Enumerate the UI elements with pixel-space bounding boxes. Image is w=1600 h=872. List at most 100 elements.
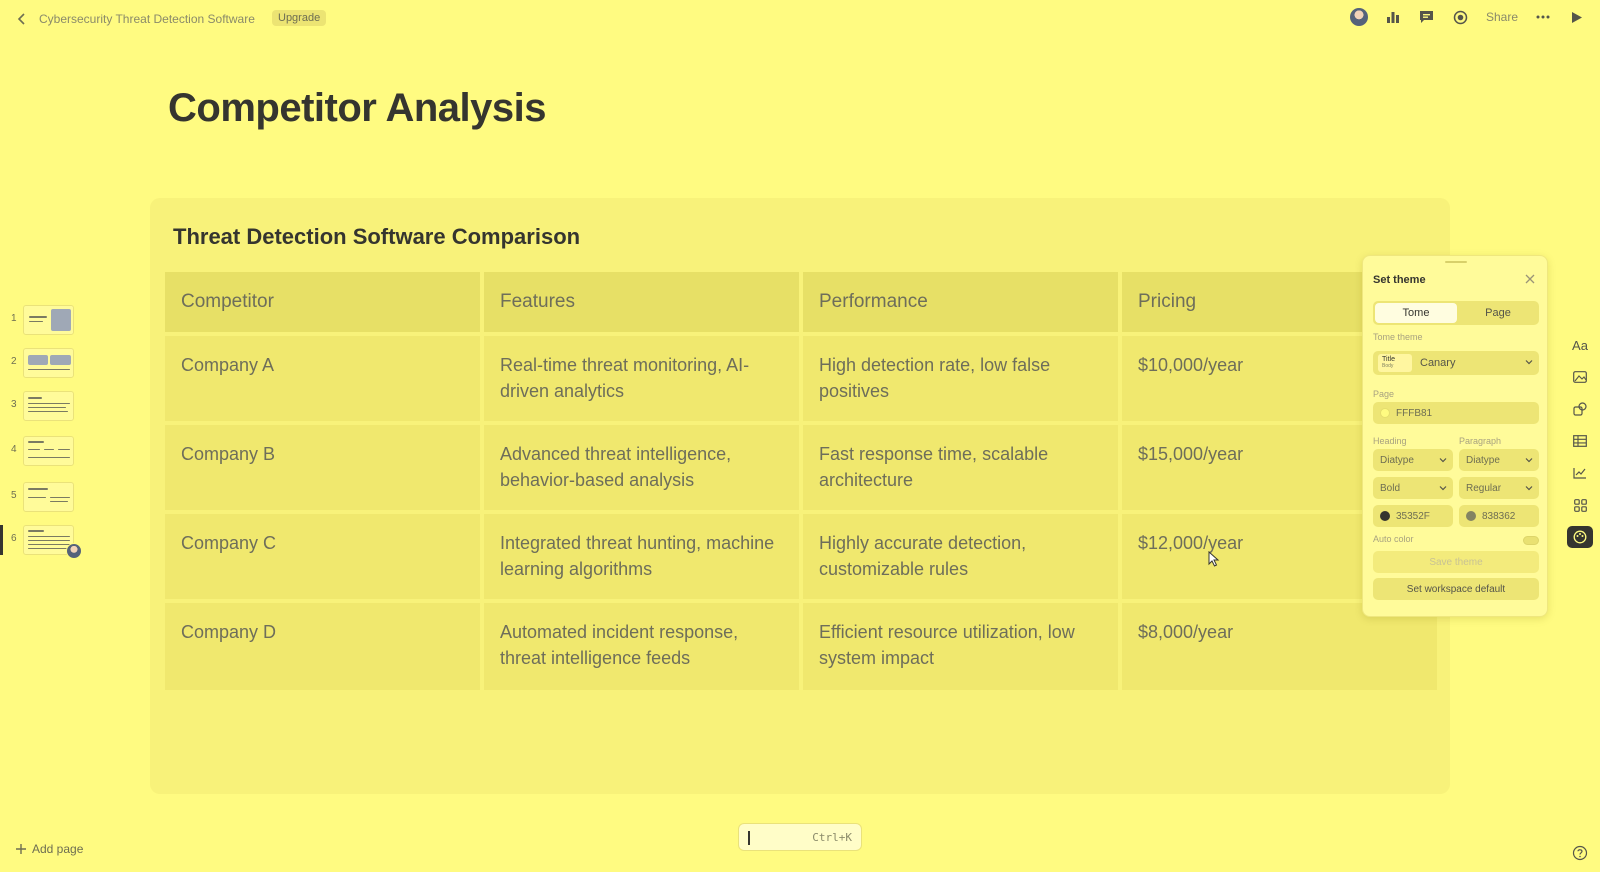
command-bar-input[interactable]: Ctrl+K bbox=[738, 823, 862, 851]
top-right-actions: Share bbox=[1349, 8, 1586, 26]
slide-number: 5 bbox=[11, 490, 17, 501]
table-header-row: Competitor Features Performance Pricing bbox=[165, 272, 1437, 332]
page-color-label: Page bbox=[1373, 389, 1395, 399]
slide-preview[interactable] bbox=[23, 436, 74, 466]
text-tool-icon[interactable]: Aa bbox=[1567, 334, 1593, 356]
table-row: Company B Advanced threat intelligence, … bbox=[165, 425, 1437, 510]
paragraph-color-field[interactable]: 838362 bbox=[1459, 505, 1539, 527]
heading-weight-value: Bold bbox=[1380, 482, 1401, 494]
tab-tome[interactable]: Tome bbox=[1375, 303, 1457, 323]
table-icon[interactable] bbox=[1567, 430, 1593, 452]
slide-thumbnail-4[interactable]: 4 bbox=[0, 436, 90, 468]
table-cell[interactable]: Fast response time, scalable architectur… bbox=[803, 425, 1118, 510]
slide-preview[interactable] bbox=[23, 305, 74, 335]
table-cell[interactable]: Automated incident response, threat inte… bbox=[484, 603, 799, 690]
plus-icon bbox=[16, 844, 26, 854]
active-slide-indicator bbox=[0, 525, 3, 555]
chevron-down-icon bbox=[1525, 458, 1533, 463]
page-title[interactable]: Competitor Analysis bbox=[168, 86, 546, 131]
paragraph-label: Paragraph bbox=[1459, 436, 1502, 446]
table-cell[interactable]: Company D bbox=[165, 603, 480, 690]
upgrade-button[interactable]: Upgrade bbox=[272, 10, 327, 26]
shapes-icon[interactable] bbox=[1567, 398, 1593, 420]
add-page-button[interactable]: Add page bbox=[16, 842, 83, 856]
heading-font-select[interactable]: Diatype bbox=[1373, 449, 1453, 471]
share-button[interactable]: Share bbox=[1486, 10, 1518, 24]
chart-icon[interactable] bbox=[1567, 462, 1593, 484]
table-cell[interactable]: Company B bbox=[165, 425, 480, 510]
mouse-cursor-icon bbox=[1208, 551, 1220, 567]
table-cell[interactable]: Company C bbox=[165, 514, 480, 599]
slide-number: 3 bbox=[11, 399, 17, 410]
top-bar: Cybersecurity Threat Detection Software … bbox=[0, 0, 1600, 38]
chevron-down-icon bbox=[1439, 458, 1447, 463]
paragraph-weight-select[interactable]: Regular bbox=[1459, 477, 1539, 499]
apps-grid-icon[interactable] bbox=[1567, 494, 1593, 516]
table-cell[interactable]: Efficient resource utilization, low syst… bbox=[803, 603, 1118, 690]
play-icon[interactable] bbox=[1568, 8, 1586, 26]
slide-thumbnail-2[interactable]: 2 bbox=[0, 348, 90, 380]
table-cell[interactable]: Real-time threat monitoring, AI-driven a… bbox=[484, 336, 799, 421]
table-cell[interactable]: Highly accurate detection, customizable … bbox=[803, 514, 1118, 599]
table-title[interactable]: Threat Detection Software Comparison bbox=[173, 224, 580, 250]
user-avatar[interactable] bbox=[1349, 8, 1368, 26]
analytics-icon[interactable] bbox=[1384, 8, 1402, 26]
chevron-down-icon bbox=[1525, 360, 1533, 365]
table-cell[interactable]: Integrated threat hunting, machine learn… bbox=[484, 514, 799, 599]
panel-title: Set theme bbox=[1373, 274, 1426, 286]
panel-drag-handle[interactable] bbox=[1445, 261, 1467, 263]
header-cell[interactable]: Competitor bbox=[165, 272, 480, 332]
slide-thumbnail-3[interactable]: 3 bbox=[0, 391, 90, 423]
paragraph-color-value: 838362 bbox=[1482, 510, 1516, 522]
slide-thumbnail-5[interactable]: 5 bbox=[0, 482, 90, 514]
tab-page[interactable]: Page bbox=[1457, 303, 1539, 323]
add-page-label: Add page bbox=[32, 842, 84, 856]
auto-color-label: Auto color bbox=[1373, 534, 1414, 544]
save-theme-button[interactable]: Save theme bbox=[1373, 551, 1539, 573]
table-row: Company C Integrated threat hunting, mac… bbox=[165, 514, 1437, 599]
slide-preview[interactable] bbox=[23, 348, 74, 378]
color-swatch bbox=[1380, 511, 1390, 521]
page-color-field[interactable]: FFFB81 bbox=[1373, 402, 1539, 424]
slide-number: 2 bbox=[11, 356, 17, 367]
theme-name: Canary bbox=[1420, 357, 1456, 369]
image-icon[interactable] bbox=[1567, 366, 1593, 388]
slide-thumbnail-1[interactable]: 1 bbox=[0, 305, 90, 337]
help-icon[interactable] bbox=[1572, 845, 1588, 861]
table-cell[interactable]: Advanced threat intelligence, behavior-b… bbox=[484, 425, 799, 510]
slide-preview[interactable] bbox=[23, 391, 74, 421]
document-title[interactable]: Cybersecurity Threat Detection Software bbox=[39, 12, 255, 26]
theme-palette-icon[interactable] bbox=[1567, 526, 1593, 548]
more-options-icon[interactable] bbox=[1534, 8, 1552, 26]
paragraph-font-select[interactable]: Diatype bbox=[1459, 449, 1539, 471]
heading-weight-select[interactable]: Bold bbox=[1373, 477, 1453, 499]
paragraph-font-value: Diatype bbox=[1466, 454, 1500, 466]
swatch-title: Title bbox=[1382, 356, 1395, 363]
header-cell[interactable]: Features bbox=[484, 272, 799, 332]
record-icon[interactable] bbox=[1452, 8, 1470, 26]
page-color-value: FFFB81 bbox=[1396, 407, 1433, 419]
table-cell[interactable]: High detection rate, low false positives bbox=[803, 336, 1118, 421]
shortcut-hint: Ctrl+K bbox=[812, 831, 852, 844]
table-cell[interactable]: Company A bbox=[165, 336, 480, 421]
slide-preview[interactable] bbox=[23, 482, 74, 512]
color-swatch bbox=[1380, 408, 1390, 418]
comment-icon[interactable] bbox=[1418, 8, 1436, 26]
swatch-body: Body bbox=[1382, 363, 1394, 369]
back-arrow-icon[interactable] bbox=[12, 9, 32, 29]
table-row: Company A Real-time threat monitoring, A… bbox=[165, 336, 1437, 421]
theme-select[interactable]: Title Body Canary bbox=[1373, 351, 1539, 375]
heading-color-value: 35352F bbox=[1396, 510, 1430, 522]
auto-color-toggle[interactable] bbox=[1523, 536, 1539, 545]
theme-scope-toggle: Tome Page bbox=[1373, 301, 1539, 325]
slide-thumbnail-6[interactable]: 6 bbox=[0, 525, 90, 559]
slide-number: 1 bbox=[11, 313, 17, 324]
set-workspace-default-button[interactable]: Set workspace default bbox=[1373, 578, 1539, 600]
close-icon[interactable] bbox=[1523, 272, 1537, 286]
heading-color-field[interactable]: 35352F bbox=[1373, 505, 1453, 527]
color-swatch bbox=[1466, 511, 1476, 521]
comparison-table[interactable]: Competitor Features Performance Pricing … bbox=[165, 272, 1437, 694]
theme-swatch: Title Body bbox=[1378, 354, 1412, 372]
header-cell[interactable]: Performance bbox=[803, 272, 1118, 332]
chevron-down-icon bbox=[1439, 486, 1447, 491]
